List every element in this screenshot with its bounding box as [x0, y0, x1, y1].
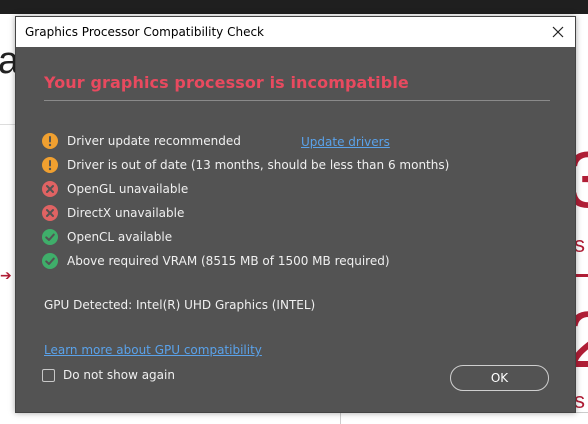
gpu-compatibility-dialog: Graphics Processor Compatibility Check Y… [15, 16, 576, 413]
warning-icon [42, 157, 58, 173]
incompatible-headline: Your graphics processor is incompatible [44, 73, 409, 92]
check-row-opencl: OpenCL available [42, 228, 172, 246]
check-row-driver-update: Driver update recommended [42, 132, 241, 150]
update-drivers-link[interactable]: Update drivers [301, 135, 390, 149]
check-row-vram: Above required VRAM (8515 MB of 1500 MB … [42, 252, 390, 270]
background-top-bar [0, 0, 588, 14]
dialog-titlebar[interactable]: Graphics Processor Compatibility Check [16, 17, 575, 47]
background-arrow-icon: ➔ [0, 268, 12, 284]
learn-more-link[interactable]: Learn more about GPU compatibility [44, 343, 262, 357]
dialog-title: Graphics Processor Compatibility Check [25, 25, 264, 39]
ok-button[interactable]: OK [450, 365, 549, 391]
check-row-driver-age: Driver is out of date (13 months, should… [42, 156, 449, 174]
background-vertical-border [340, 412, 341, 424]
close-icon [552, 26, 564, 38]
check-label: OpenGL unavailable [67, 182, 189, 196]
background-divider [0, 124, 16, 125]
check-label: DirectX unavailable [67, 206, 185, 220]
check-icon [42, 229, 58, 245]
error-icon [42, 181, 58, 197]
headline-divider [44, 100, 550, 101]
check-label: Above required VRAM (8515 MB of 1500 MB … [67, 254, 390, 268]
gpu-detected-text: GPU Detected: Intel(R) UHD Graphics (INT… [44, 298, 316, 312]
do-not-show-again-checkbox[interactable] [42, 368, 55, 382]
close-button[interactable] [547, 21, 569, 43]
check-label: Driver is out of date (13 months, should… [67, 158, 450, 172]
check-label: Driver update recommended [67, 134, 241, 148]
check-icon [42, 253, 58, 269]
error-icon [42, 205, 58, 221]
check-row-opengl: OpenGL unavailable [42, 180, 188, 198]
do-not-show-again-option[interactable]: Do not show again [42, 368, 175, 382]
check-row-directx: DirectX unavailable [42, 204, 184, 222]
warning-icon [42, 133, 58, 149]
check-label: OpenCL available [67, 230, 173, 244]
background-red-divider [574, 274, 588, 277]
do-not-show-again-label: Do not show again [63, 368, 175, 382]
